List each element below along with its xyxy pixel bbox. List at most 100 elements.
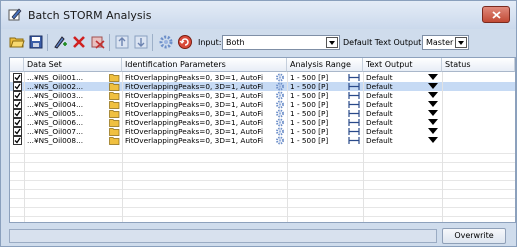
range-select-icon[interactable] <box>348 83 360 90</box>
dataset-cell: ...¥NS_Oil007... <box>27 127 84 136</box>
row-checkbox[interactable] <box>13 118 22 127</box>
row-checkbox[interactable] <box>13 109 22 118</box>
browse-folder-icon[interactable] <box>109 73 120 82</box>
clear-icon[interactable] <box>90 34 106 50</box>
table-row[interactable]: ...¥NS_Oil007... FitOverlappingPeaks=0, 3… <box>10 127 515 136</box>
column-header-status[interactable]: Status <box>442 58 515 72</box>
params-cell: FitOverlappingPeaks=0, 3D=1, AutoFi <box>125 118 263 127</box>
close-button[interactable] <box>482 6 510 23</box>
column-divider <box>122 72 123 222</box>
overwrite-button[interactable]: Overwrite <box>442 228 506 244</box>
range-cell: 1 - 500 [P] <box>290 91 329 100</box>
text-output-dropdown-arrow-icon[interactable] <box>428 137 438 143</box>
row-checkbox[interactable] <box>13 100 22 109</box>
params-settings-gear-icon[interactable] <box>275 100 285 109</box>
browse-folder-icon[interactable] <box>109 100 120 109</box>
column-header-range[interactable]: Analysis Range <box>287 58 363 72</box>
range-select-icon[interactable] <box>348 137 360 144</box>
range-select-icon[interactable] <box>348 119 360 126</box>
empty-row <box>10 154 515 163</box>
text-output-dropdown-arrow-icon[interactable] <box>428 92 438 98</box>
check-icon <box>14 83 21 90</box>
status-cell <box>445 100 513 109</box>
input-select[interactable]: Both <box>222 35 340 50</box>
save-icon[interactable] <box>28 34 44 50</box>
input-select-value: Both <box>226 38 245 47</box>
text-output-dropdown-arrow-icon[interactable] <box>428 128 438 134</box>
row-checkbox[interactable] <box>13 73 22 82</box>
text-output-dropdown-arrow-icon[interactable] <box>428 110 438 116</box>
range-cell: 1 - 500 [P] <box>290 127 329 136</box>
params-settings-gear-icon[interactable] <box>275 91 285 100</box>
column-header-text-output[interactable]: Text Output <box>363 58 442 72</box>
chevron-down-icon[interactable] <box>326 37 338 48</box>
refresh-icon[interactable] <box>177 34 193 50</box>
check-icon <box>14 119 21 126</box>
status-cell <box>445 127 513 136</box>
params-settings-gear-icon[interactable] <box>275 127 285 136</box>
empty-row <box>10 163 515 172</box>
table-row[interactable]: ...¥NS_Oil001... FitOverlappingPeaks=0, 3… <box>10 73 515 82</box>
params-settings-gear-icon[interactable] <box>275 109 285 118</box>
text-output-dropdown-arrow-icon[interactable] <box>428 101 438 107</box>
move-up-icon[interactable] <box>114 34 130 50</box>
check-icon <box>14 137 21 144</box>
table-row[interactable]: ...¥NS_Oil002... FitOverlappingPeaks=0, 3… <box>10 82 515 91</box>
table-row[interactable]: ...¥NS_Oil003... FitOverlappingPeaks=0, 3… <box>10 91 515 100</box>
dataset-cell: ...¥NS_Oil001... <box>27 73 84 82</box>
row-checkbox[interactable] <box>13 91 22 100</box>
dataset-cell: ...¥NS_Oil004... <box>27 100 84 109</box>
input-label: Input: <box>198 38 222 47</box>
delete-icon[interactable] <box>71 34 87 50</box>
batch-storm-window: Batch STORM Analysis Input: Both Default… <box>0 0 517 247</box>
range-cell: 1 - 500 [P] <box>290 136 329 145</box>
text-output-cell: Default <box>366 136 393 145</box>
browse-folder-icon[interactable] <box>109 127 120 136</box>
row-checkbox[interactable] <box>13 127 22 136</box>
params-settings-gear-icon[interactable] <box>275 73 285 82</box>
dataset-cell: ...¥NS_Oil002... <box>27 82 84 91</box>
params-cell: FitOverlappingPeaks=0, 3D=1, AutoFi <box>125 100 263 109</box>
add-icon[interactable] <box>52 34 68 50</box>
row-checkbox[interactable] <box>13 136 22 145</box>
browse-folder-icon[interactable] <box>109 82 120 91</box>
column-divider <box>287 72 288 222</box>
browse-folder-icon[interactable] <box>109 118 120 127</box>
column-header-params[interactable]: Identification Parameters <box>122 58 287 72</box>
range-select-icon[interactable] <box>348 101 360 108</box>
column-header-check[interactable] <box>10 58 24 72</box>
text-output-dropdown-arrow-icon[interactable] <box>428 119 438 125</box>
range-cell: 1 - 500 [P] <box>290 118 329 127</box>
chevron-down-icon[interactable] <box>455 37 467 48</box>
browse-folder-icon[interactable] <box>109 91 120 100</box>
range-select-icon[interactable] <box>348 74 360 81</box>
params-settings-gear-icon[interactable] <box>275 136 285 145</box>
table-row[interactable]: ...¥NS_Oil005... FitOverlappingPeaks=0, 3… <box>10 109 515 118</box>
default-text-output-select[interactable]: Master <box>422 35 469 50</box>
table-row[interactable]: ...¥NS_Oil008... FitOverlappingPeaks=0, 3… <box>10 136 515 145</box>
params-settings-gear-icon[interactable] <box>275 118 285 127</box>
settings-gear-icon[interactable] <box>158 34 174 50</box>
empty-row <box>10 181 515 190</box>
table-row[interactable]: ...¥NS_Oil004... FitOverlappingPeaks=0, 3… <box>10 100 515 109</box>
params-settings-gear-icon[interactable] <box>275 82 285 91</box>
check-icon <box>14 92 21 99</box>
browse-folder-icon[interactable] <box>109 109 120 118</box>
check-icon <box>14 74 21 81</box>
browse-folder-icon[interactable] <box>109 136 120 145</box>
row-checkbox[interactable] <box>13 82 22 91</box>
text-output-cell: Default <box>366 100 393 109</box>
move-down-icon[interactable] <box>133 34 149 50</box>
range-select-icon[interactable] <box>348 92 360 99</box>
open-folder-icon[interactable] <box>9 34 25 50</box>
empty-row <box>10 145 515 154</box>
column-header-dataset[interactable]: Data Set <box>24 58 122 72</box>
range-cell: 1 - 500 [P] <box>290 82 329 91</box>
text-output-dropdown-arrow-icon[interactable] <box>428 83 438 89</box>
range-select-icon[interactable] <box>348 128 360 135</box>
title-bar: Batch STORM Analysis <box>1 1 516 29</box>
empty-row <box>10 208 515 217</box>
text-output-dropdown-arrow-icon[interactable] <box>428 74 438 80</box>
range-select-icon[interactable] <box>348 110 360 117</box>
table-row[interactable]: ...¥NS_Oil006... FitOverlappingPeaks=0, 3… <box>10 118 515 127</box>
